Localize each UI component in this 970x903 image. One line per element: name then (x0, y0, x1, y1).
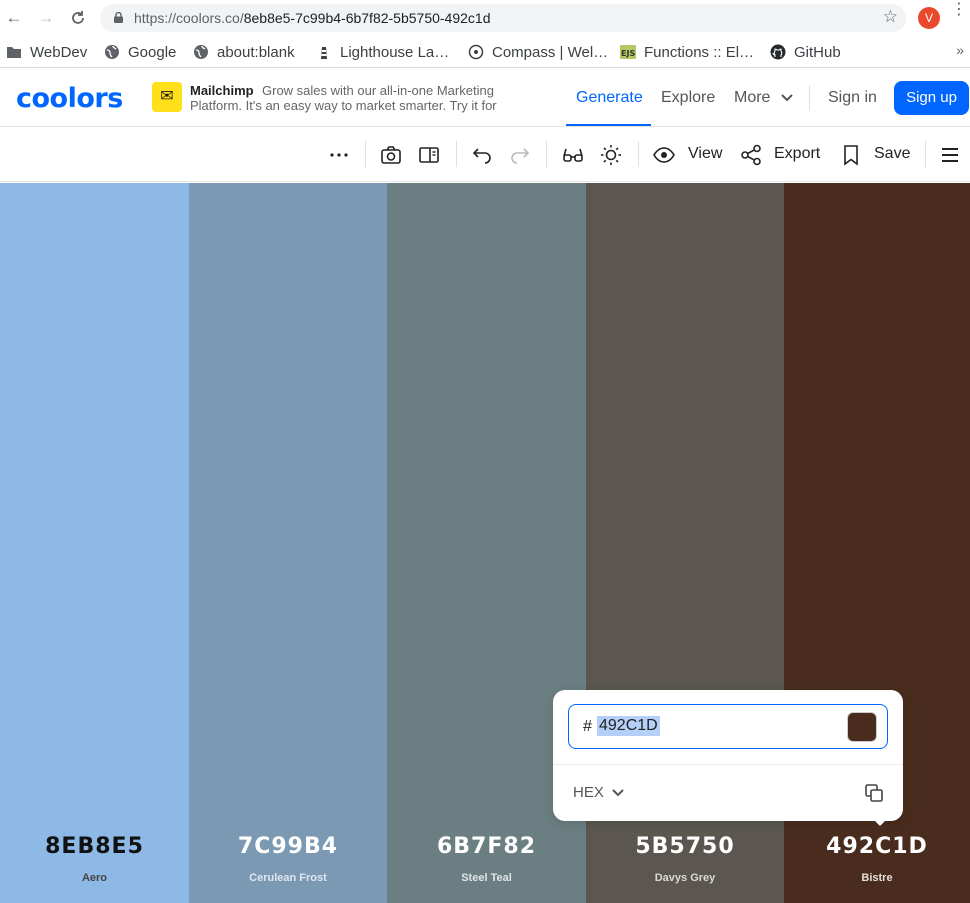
undo-icon[interactable] (471, 144, 493, 166)
nav-explore[interactable]: Explore (661, 89, 715, 107)
toolbar-divider (365, 141, 366, 167)
coolors-logo[interactable]: coolors (16, 83, 123, 114)
bookmark-lighthouse[interactable]: Lighthouse La… (316, 42, 449, 62)
bookmark-compass[interactable]: Compass | Wel… (468, 42, 608, 62)
hamburger-menu-icon[interactable] (940, 144, 962, 166)
bookmark-about-blank[interactable]: about:blank (193, 42, 295, 62)
copy-icon[interactable] (865, 784, 883, 802)
chevron-down-icon (612, 789, 624, 797)
color-hex[interactable]: 8EB8E5 (0, 834, 189, 859)
chevron-down-icon (781, 94, 793, 102)
svg-text:EJS: EJS (621, 49, 635, 58)
color-name[interactable]: Aero (0, 872, 189, 884)
nav-more[interactable]: More (734, 89, 793, 107)
url-path: 8eb8e5-7c99b4-6b7f82-5b5750-492c1d (243, 10, 491, 26)
color-column-aero[interactable]: 8EB8E5 Aero (0, 183, 189, 903)
popup-divider (553, 764, 903, 765)
color-name[interactable]: Bistre (784, 872, 970, 884)
folder-icon (7, 47, 21, 58)
bookmark-google[interactable]: Google (104, 42, 176, 62)
mailchimp-logo-icon[interactable]: ✉ (152, 82, 182, 112)
bookmark-label: Lighthouse La… (340, 43, 450, 61)
signin-link[interactable]: Sign in (828, 89, 877, 107)
url-host: https://coolors.co/ (134, 10, 244, 26)
bookmark-label: about:blank (217, 43, 295, 61)
site-header: coolors ✉ Mailchimp Grow sales with our … (0, 69, 970, 127)
nav-divider (809, 85, 810, 111)
bookmark-functions[interactable]: EJS Functions :: El… (620, 42, 754, 62)
bookmark-label: WebDev (30, 43, 88, 61)
compass-icon (468, 44, 484, 60)
color-hex[interactable]: 7C99B4 (189, 834, 387, 859)
bookmark-label: GitHub (794, 43, 841, 61)
lock-icon (114, 12, 123, 23)
reload-icon[interactable] (68, 8, 88, 28)
glasses-icon[interactable] (562, 144, 584, 166)
share-icon[interactable] (740, 144, 762, 166)
bookmark-label: Compass | Wel… (492, 43, 609, 61)
ejs-icon: EJS (620, 45, 636, 59)
bookmark-icon[interactable] (840, 144, 862, 166)
bookmark-label: Functions :: El… (644, 43, 755, 61)
color-name[interactable]: Cerulean Frost (189, 872, 387, 884)
popup-caret (872, 818, 888, 826)
forward-icon[interactable]: → (36, 8, 56, 28)
redo-icon[interactable] (509, 144, 531, 166)
eye-icon[interactable] (653, 144, 675, 166)
bookmark-github[interactable]: GitHub (770, 42, 841, 62)
color-swatch[interactable] (847, 712, 877, 742)
toolbar-divider (456, 141, 457, 167)
color-mode-label: HEX (573, 784, 604, 801)
ad-text-body: Grow sales with our all-in-one Marketing… (190, 83, 497, 113)
hex-input[interactable]: # 492C1D (568, 704, 888, 749)
lighthouse-icon (321, 47, 327, 59)
back-icon[interactable]: ← (4, 8, 24, 28)
browser-menu-icon[interactable]: ⋮ (951, 2, 967, 18)
profile-avatar[interactable]: V (918, 7, 940, 29)
color-name[interactable]: Davys Grey (586, 872, 784, 884)
more-options-icon[interactable] (328, 144, 350, 166)
color-name[interactable]: Steel Teal (387, 872, 586, 884)
bookmarks-bar: WebDev Google about:blank Lighthouse La…… (0, 36, 970, 68)
color-column-cerulean-frost[interactable]: 7C99B4 Cerulean Frost (189, 183, 387, 903)
nav-more-label: More (734, 89, 771, 106)
bookmarks-overflow-icon[interactable]: » (956, 42, 964, 58)
hex-input-value[interactable]: 492C1D (597, 716, 660, 736)
sun-icon[interactable] (600, 144, 622, 166)
color-hex[interactable]: 5B5750 (586, 834, 784, 859)
color-hex[interactable]: 492C1D (784, 834, 970, 859)
color-picker-popup: # 492C1D HEX (553, 690, 903, 821)
view-button[interactable]: View (688, 145, 722, 163)
bookmark-webdev[interactable]: WebDev (6, 42, 87, 62)
signup-button[interactable]: Sign up (894, 81, 969, 115)
bookmark-star-icon[interactable]: ☆ (883, 7, 898, 27)
bookmark-label: Google (128, 43, 177, 61)
browser-toolbar: ← → https://coolors.co/8eb8e5-7c99b4-6b7… (0, 0, 970, 36)
save-button[interactable]: Save (874, 145, 910, 163)
address-bar[interactable]: https://coolors.co/8eb8e5-7c99b4-6b7f82-… (100, 4, 906, 32)
nav-generate[interactable]: Generate (576, 89, 643, 107)
camera-icon[interactable] (380, 144, 402, 166)
globe-icon (194, 45, 208, 59)
color-mode-select[interactable]: HEX (573, 784, 624, 801)
color-hex[interactable]: 6B7F82 (387, 834, 586, 859)
url-text: https://coolors.co/8eb8e5-7c99b4-6b7f82-… (134, 10, 490, 26)
side-panel-icon[interactable] (418, 144, 440, 166)
palette-toolbar: View Export Save (0, 127, 970, 182)
toolbar-divider (925, 141, 926, 167)
globe-icon (105, 45, 119, 59)
export-button[interactable]: Export (774, 145, 820, 163)
toolbar-divider (546, 141, 547, 167)
nav-active-indicator (566, 124, 651, 126)
hash-prefix: # (583, 718, 592, 735)
toolbar-divider (638, 141, 639, 167)
github-icon (770, 44, 786, 60)
ad-text[interactable]: Grow sales with our all-in-one Marketing… (190, 83, 535, 113)
